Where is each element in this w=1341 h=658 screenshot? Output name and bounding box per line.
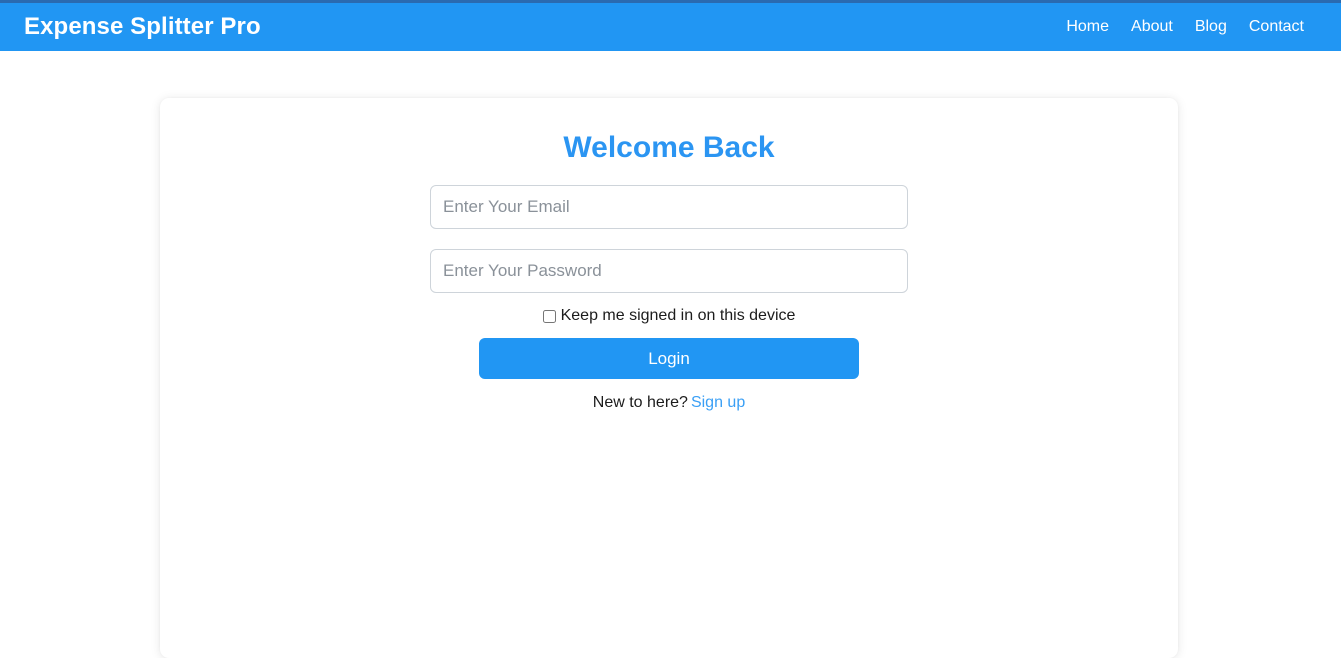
password-field[interactable] [430,249,908,293]
top-navbar: Expense Splitter Pro Home About Blog Con… [0,0,1341,51]
primary-navigation: Home About Blog Contact [1066,19,1323,35]
remember-me-checkbox[interactable] [542,309,556,323]
remember-me-row: Keep me signed in on this device [430,308,908,324]
remember-me-label: Keep me signed in on this device [560,307,796,324]
brand-title: Expense Splitter Pro [24,13,261,40]
nav-link-contact[interactable]: Contact [1249,19,1304,35]
nav-link-about[interactable]: About [1131,19,1173,35]
login-card: Welcome Back Keep me signed in on this d… [160,98,1178,658]
nav-link-home[interactable]: Home [1066,19,1109,35]
nav-link-blog[interactable]: Blog [1195,19,1227,35]
email-field[interactable] [430,185,908,229]
page-title: Welcome Back [563,131,775,164]
signup-prompt-text: New to here? [592,394,688,411]
signup-link[interactable]: Sign up [691,394,745,411]
login-form: Keep me signed in on this device Login N… [430,166,908,411]
signup-prompt: New to here? Sign up [430,395,908,411]
login-button[interactable]: Login [479,338,859,379]
